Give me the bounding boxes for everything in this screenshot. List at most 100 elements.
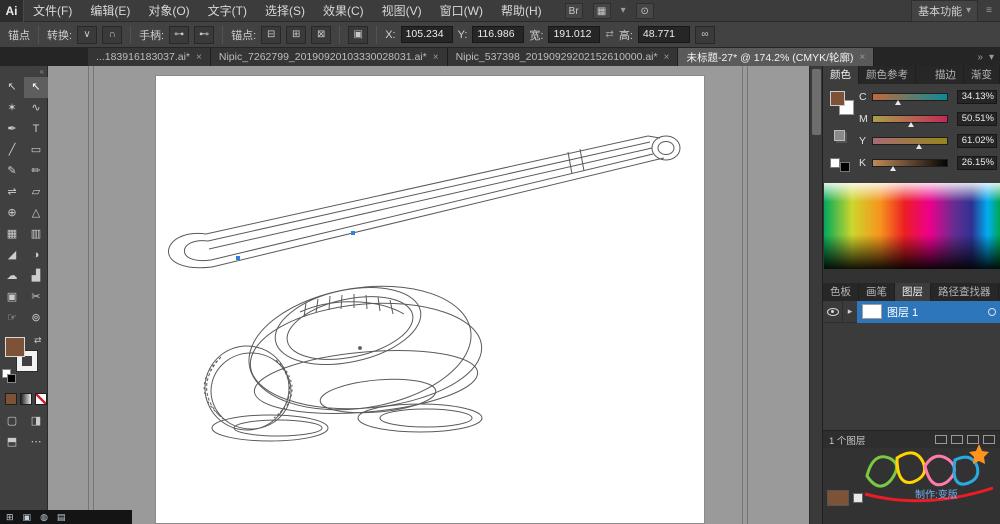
convert-to-corner-button[interactable]: ∨ xyxy=(77,25,98,44)
width-value-field[interactable]: 191.012 xyxy=(548,26,601,43)
hide-handles-button[interactable]: ⊷ xyxy=(194,25,215,44)
add-anchor-button[interactable]: ⊞ xyxy=(286,25,307,44)
symbol-sprayer-tool[interactable]: ☁ xyxy=(0,266,24,287)
gradient-tool[interactable]: ▥ xyxy=(24,224,48,245)
magenta-value-field[interactable]: 50.51% xyxy=(957,112,997,126)
tab-color[interactable]: 颜色 xyxy=(823,66,859,84)
convert-to-smooth-button[interactable]: ∩ xyxy=(102,25,123,44)
selection-tool[interactable]: ↖ xyxy=(0,77,24,98)
black-value-field[interactable]: 26.15% xyxy=(957,156,997,170)
web-color-warning-icon[interactable] xyxy=(834,130,845,141)
zoom-tool[interactable]: ⊚ xyxy=(24,308,48,329)
color-spectrum[interactable] xyxy=(824,183,1000,269)
swap-dimensions-icon[interactable]: ⇄ xyxy=(605,29,613,40)
menu-object[interactable]: 对象(O) xyxy=(139,0,198,22)
close-icon[interactable]: × xyxy=(664,52,670,63)
tab-overflow-icon[interactable]: » xyxy=(977,52,983,63)
cyan-slider[interactable] xyxy=(872,93,948,101)
close-icon[interactable]: × xyxy=(859,52,865,63)
lasso-tool[interactable]: ∿ xyxy=(24,98,48,119)
document-tab-2[interactable]: Nipic_7262799_20190920103330028031.ai* × xyxy=(210,48,448,66)
y-value-field[interactable]: 116.986 xyxy=(472,26,525,43)
rectangle-tool[interactable]: ▭ xyxy=(24,140,48,161)
shape-builder-tool[interactable]: ⊕ xyxy=(0,203,24,224)
link-dimensions-button[interactable]: ∞ xyxy=(694,25,715,44)
pencil-tool[interactable]: ✏ xyxy=(24,161,48,182)
taskbar-app-icon[interactable]: ▤ xyxy=(57,510,66,524)
expand-layer-icon[interactable]: ▸ xyxy=(843,306,857,317)
hand-tool[interactable]: ☞ xyxy=(0,308,24,329)
direct-selection-tool[interactable]: ↖ xyxy=(24,77,48,98)
white-swatch[interactable] xyxy=(830,158,840,168)
tab-gradient[interactable]: 渐变 xyxy=(964,66,1000,84)
show-handles-button[interactable]: ⊶ xyxy=(169,25,190,44)
type-tool[interactable]: T xyxy=(24,119,48,140)
tab-stroke[interactable]: 描边 xyxy=(928,66,964,84)
menu-edit[interactable]: 编辑(E) xyxy=(81,0,139,22)
tab-swatches[interactable]: 色板 xyxy=(823,283,859,301)
paintbrush-tool[interactable]: ✎ xyxy=(0,161,24,182)
gradient-mode-button[interactable] xyxy=(20,393,32,405)
start-button-icon[interactable]: ⊞ xyxy=(6,510,14,524)
slider-thumb[interactable] xyxy=(890,166,896,171)
fill-proxy-swatch[interactable] xyxy=(830,91,845,106)
layer-row[interactable]: ▸ 图层 1 xyxy=(823,300,1000,323)
screen-mode-button[interactable]: ⋯ xyxy=(24,432,48,453)
tab-color-guide[interactable]: 颜色参考 xyxy=(859,66,916,84)
height-value-field[interactable]: 48.771 xyxy=(637,26,690,43)
toolbar-collapse-icon[interactable]: « xyxy=(0,66,47,77)
tab-pathfinder[interactable]: 路径查找器 xyxy=(931,283,999,301)
eye-icon[interactable] xyxy=(826,307,839,316)
document-tab-1[interactable]: ...183916183037.ai* × xyxy=(88,48,211,66)
mesh-tool[interactable]: ▦ xyxy=(0,224,24,245)
visibility-cell[interactable] xyxy=(823,300,843,323)
close-icon[interactable]: × xyxy=(196,52,202,63)
tab-menu-icon[interactable]: ▾ xyxy=(989,52,994,63)
slider-thumb[interactable] xyxy=(916,144,922,149)
menu-file[interactable]: 文件(F) xyxy=(24,0,81,22)
magic-wand-tool[interactable]: ✶ xyxy=(0,98,24,119)
taskbar-app-icon[interactable]: ▣ xyxy=(23,510,32,524)
menu-window[interactable]: 窗口(W) xyxy=(431,0,492,22)
draw-normal-button[interactable]: ▢ xyxy=(0,411,24,432)
artboard-tool[interactable]: ▣ xyxy=(0,287,24,308)
layer-target-icon[interactable] xyxy=(988,307,996,316)
black-swatch[interactable] xyxy=(840,162,850,172)
layer-thumbnail[interactable] xyxy=(862,304,882,319)
line-segment-tool[interactable]: ╱ xyxy=(0,140,24,161)
draw-behind-button[interactable]: ◨ xyxy=(24,411,48,432)
width-tool[interactable]: ⇌ xyxy=(0,182,24,203)
draw-inside-button[interactable]: ⬒ xyxy=(0,432,24,453)
cut-path-button[interactable]: ⊠ xyxy=(311,25,332,44)
layer-selected-area[interactable]: 图层 1 xyxy=(857,300,1000,323)
black-slider[interactable] xyxy=(872,159,948,167)
isolate-selection-button[interactable]: ▣ xyxy=(348,25,369,44)
swap-fill-stroke-icon[interactable]: ⇄ xyxy=(34,335,42,346)
scrollbar-thumb[interactable] xyxy=(812,69,821,135)
bridge-icon[interactable]: Br xyxy=(564,2,583,19)
taskbar-app-icon[interactable]: ◍ xyxy=(40,510,48,524)
blend-tool[interactable]: ◑ xyxy=(24,245,48,266)
slice-tool[interactable]: ✂ xyxy=(24,287,48,308)
artwork[interactable] xyxy=(48,66,822,524)
color-mode-button[interactable] xyxy=(5,393,17,405)
none-mode-button[interactable] xyxy=(35,393,47,405)
default-fill-stroke-icon[interactable] xyxy=(7,374,16,383)
x-value-field[interactable]: 105.234 xyxy=(400,26,453,43)
workspace-switcher[interactable]: 基本功能 ▾ xyxy=(911,0,979,22)
tab-brushes[interactable]: 画笔 xyxy=(859,283,895,301)
vertical-scrollbar[interactable] xyxy=(809,66,822,524)
menu-type[interactable]: 文字(T) xyxy=(199,0,256,22)
arrange-documents-icon[interactable]: ▦ xyxy=(592,2,611,19)
perspective-grid-tool[interactable]: △ xyxy=(24,203,48,224)
fill-color-swatch[interactable] xyxy=(5,337,25,357)
document-tab-3[interactable]: Nipic_537398_20190929202152610000.ai* × xyxy=(447,48,679,66)
yellow-slider[interactable] xyxy=(872,137,948,145)
eyedropper-tool[interactable]: ◢ xyxy=(0,245,24,266)
tab-layers[interactable]: 图层 xyxy=(895,283,931,301)
remove-anchor-button[interactable]: ⊟ xyxy=(261,25,282,44)
free-transform-tool[interactable]: ▱ xyxy=(24,182,48,203)
menu-view[interactable]: 视图(V) xyxy=(373,0,431,22)
search-icon[interactable]: ⊙ xyxy=(635,2,654,19)
canvas-area[interactable] xyxy=(48,66,822,524)
